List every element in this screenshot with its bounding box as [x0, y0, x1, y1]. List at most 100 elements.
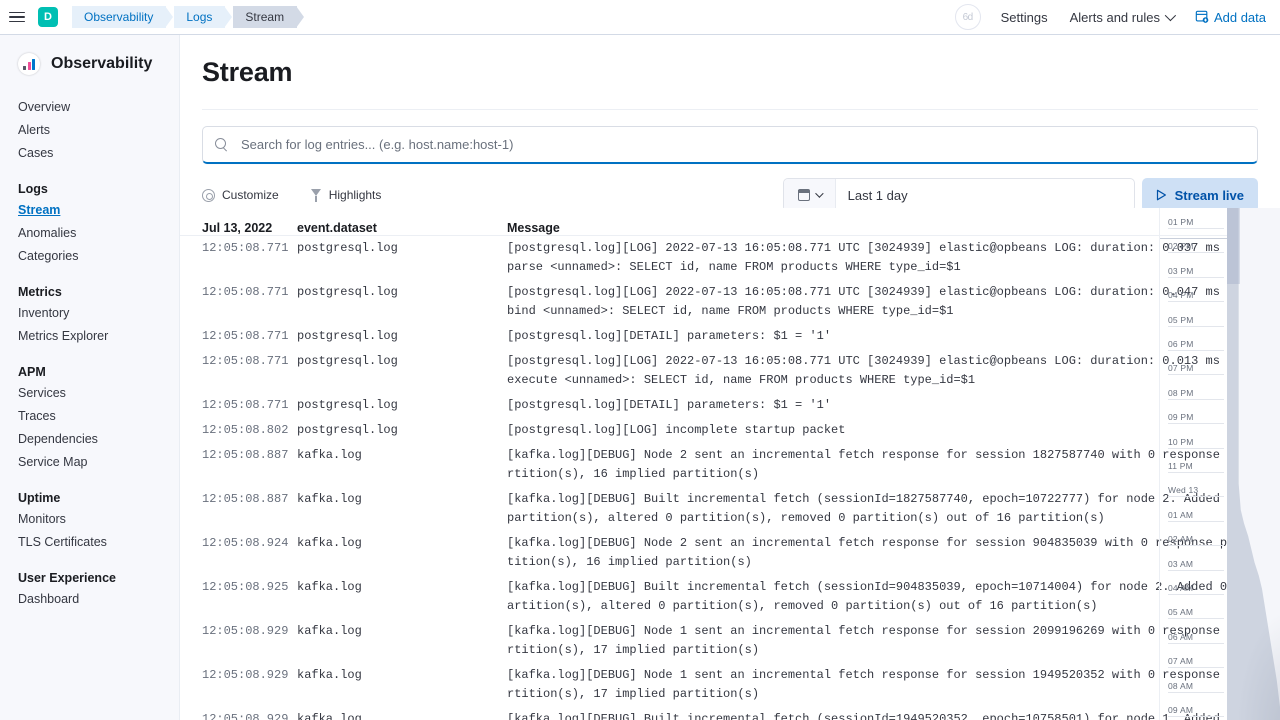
sidebar-item-metrics-explorer[interactable]: Metrics Explorer [0, 324, 179, 347]
sidebar-item-service-map[interactable]: Service Map [0, 450, 179, 473]
sidebar-item-label: Metrics Explorer [18, 329, 108, 343]
log-entry-row[interactable]: 12:05:08.771postgresql.log[postgresql.lo… [180, 280, 1280, 324]
log-message-line: [kafka.log][DEBUG] Built incremental fet… [507, 578, 1262, 597]
sidebar-item-tls-certificates[interactable]: TLS Certificates [0, 530, 179, 553]
minimap-tick-label: 09 PM [1168, 412, 1194, 422]
add-data-button[interactable]: Add data [1195, 10, 1266, 25]
date-quick-select-button[interactable] [784, 179, 836, 211]
log-dataset: postgresql.log [297, 327, 507, 346]
sidebar-item-label: Traces [18, 409, 56, 423]
date-range-value[interactable]: Last 1 day [836, 188, 1134, 203]
minimap-tick-label: Wed 13 [1168, 485, 1198, 495]
sidebar-item-categories[interactable]: Categories [0, 244, 179, 267]
breadcrumb-item-stream[interactable]: Stream [233, 6, 297, 28]
column-header-dataset[interactable]: event.dataset [297, 221, 507, 235]
play-icon [1156, 189, 1167, 201]
minimap-tick-line [1168, 399, 1224, 400]
stream-live-button[interactable]: Stream live [1142, 178, 1258, 212]
observability-stream-page: D Observability Logs Stream 6d Settings … [0, 0, 1280, 720]
page-title: Stream [180, 35, 1280, 88]
log-stream: Jul 13, 2022 event.dataset Message 12:05… [180, 208, 1280, 720]
log-timestamp: 12:05:08.924 [202, 534, 297, 553]
log-entry-row[interactable]: 12:05:08.802postgresql.log[postgresql.lo… [180, 418, 1280, 443]
log-entry-row[interactable]: 12:05:08.771postgresql.log[postgresql.lo… [180, 236, 1280, 280]
log-entry-row[interactable]: 12:05:08.887kafka.log[kafka.log][DEBUG] … [180, 443, 1280, 487]
space-avatar[interactable]: D [38, 7, 58, 27]
log-entry-row[interactable]: 12:05:08.929kafka.log[kafka.log][DEBUG] … [180, 663, 1280, 707]
menu-icon[interactable] [0, 0, 34, 35]
minimap-tick-line [1168, 716, 1224, 717]
log-dataset: kafka.log [297, 534, 507, 553]
minimap-drag-handle[interactable] [1160, 238, 1227, 239]
log-table-body[interactable]: 12:05:08.771postgresql.log[postgresql.lo… [180, 236, 1280, 720]
sidebar-item-traces[interactable]: Traces [0, 404, 179, 427]
log-dataset: kafka.log [297, 446, 507, 465]
breadcrumb-item-observability[interactable]: Observability [72, 6, 166, 28]
column-header-timestamp[interactable]: Jul 13, 2022 [202, 221, 297, 235]
log-entry-row[interactable]: 12:05:08.929kafka.log[kafka.log][DEBUG] … [180, 707, 1280, 720]
minimap-tick-label: 05 AM [1168, 607, 1193, 617]
sidebar-item-label: TLS Certificates [18, 535, 107, 549]
log-entry-row[interactable]: 12:05:08.771postgresql.log[postgresql.lo… [180, 393, 1280, 418]
log-timestamp: 12:05:08.771 [202, 239, 297, 258]
sidebar-item-overview[interactable]: Overview [0, 95, 179, 118]
sidebar-title: Observability [51, 55, 152, 73]
log-timestamp: 12:05:08.929 [202, 622, 297, 641]
alerts-and-rules-menu[interactable]: Alerts and rules [1070, 10, 1173, 25]
log-message-line: rtition(s), 16 implied partition(s) [507, 465, 1262, 484]
log-timestamp: 12:05:08.887 [202, 490, 297, 509]
sidebar-nav: OverviewAlertsCasesLogsStreamAnomaliesCa… [0, 95, 179, 610]
breadcrumb-item-logs[interactable]: Logs [174, 6, 225, 28]
minimap-tick-line [1168, 252, 1224, 253]
stream-live-label: Stream live [1175, 188, 1244, 203]
minimap-tick-line [1168, 423, 1224, 424]
log-message-line: [kafka.log][DEBUG] Node 2 sent an increm… [507, 534, 1262, 553]
trial-days-badge[interactable]: 6d [955, 4, 981, 30]
minimap-tick-label: 07 AM [1168, 656, 1193, 666]
log-minimap[interactable]: 01 PM02 PM03 PM04 PM05 PM06 PM07 PM08 PM… [1160, 208, 1280, 720]
minimap-tick-label: 04 AM [1168, 583, 1193, 593]
sidebar-group-title: Uptime [0, 491, 179, 507]
chevron-down-icon [1165, 10, 1176, 21]
minimap-tick-label: 05 PM [1168, 315, 1194, 325]
sidebar-item-anomalies[interactable]: Anomalies [0, 221, 179, 244]
sidebar-item-monitors[interactable]: Monitors [0, 507, 179, 530]
log-entry-row[interactable]: 12:05:08.925kafka.log[kafka.log][DEBUG] … [180, 575, 1280, 619]
log-entry-row[interactable]: 12:05:08.924kafka.log[kafka.log][DEBUG] … [180, 531, 1280, 575]
log-entry-row[interactable]: 12:05:08.771postgresql.log[postgresql.lo… [180, 349, 1280, 393]
sidebar-item-label: Dashboard [18, 592, 79, 606]
settings-link[interactable]: Settings [1001, 10, 1048, 25]
highlights-button[interactable]: Highlights [311, 188, 382, 202]
log-message-line: tition(s), 16 implied partition(s) [507, 553, 1262, 572]
log-message-line: [postgresql.log][DETAIL] parameters: $1 … [507, 327, 1262, 346]
sidebar-item-services[interactable]: Services [0, 381, 179, 404]
log-entry-row[interactable]: 12:05:08.929kafka.log[kafka.log][DEBUG] … [180, 619, 1280, 663]
customize-button[interactable]: Customize [202, 188, 279, 202]
minimap-tick-line [1168, 350, 1224, 351]
log-message-line: [postgresql.log][DETAIL] parameters: $1 … [507, 396, 1262, 415]
search-bar[interactable] [202, 126, 1258, 164]
minimap-tick-label: 10 PM [1168, 437, 1194, 447]
sidebar-item-inventory[interactable]: Inventory [0, 301, 179, 324]
sidebar-group-title: User Experience [0, 571, 179, 587]
customize-label: Customize [222, 188, 279, 202]
log-entry-row[interactable]: 12:05:08.771postgresql.log[postgresql.lo… [180, 324, 1280, 349]
minimap-tick-label: 02 PM [1168, 241, 1194, 251]
search-input[interactable] [239, 136, 1245, 153]
sidebar-item-label: Alerts [18, 123, 50, 137]
minimap-tick-line [1168, 228, 1224, 229]
minimap-tick-line [1168, 301, 1224, 302]
sidebar-group-title: Metrics [0, 285, 179, 301]
sidebar-item-cases[interactable]: Cases [0, 141, 179, 164]
date-picker[interactable]: Last 1 day [783, 178, 1135, 212]
log-message-line: parse <unnamed>: SELECT id, name FROM pr… [507, 258, 1262, 277]
sidebar-item-dashboard[interactable]: Dashboard [0, 587, 179, 610]
sidebar-item-alerts[interactable]: Alerts [0, 118, 179, 141]
sidebar-item-dependencies[interactable]: Dependencies [0, 427, 179, 450]
log-message-line: artition(s), altered 0 partition(s), rem… [507, 597, 1262, 616]
log-dataset: postgresql.log [297, 396, 507, 415]
log-entry-row[interactable]: 12:05:08.887kafka.log[kafka.log][DEBUG] … [180, 487, 1280, 531]
header-actions: 6d Settings Alerts and rules Add data [955, 0, 1280, 35]
sidebar-item-stream[interactable]: Stream [0, 198, 179, 221]
log-timestamp: 12:05:08.802 [202, 421, 297, 440]
